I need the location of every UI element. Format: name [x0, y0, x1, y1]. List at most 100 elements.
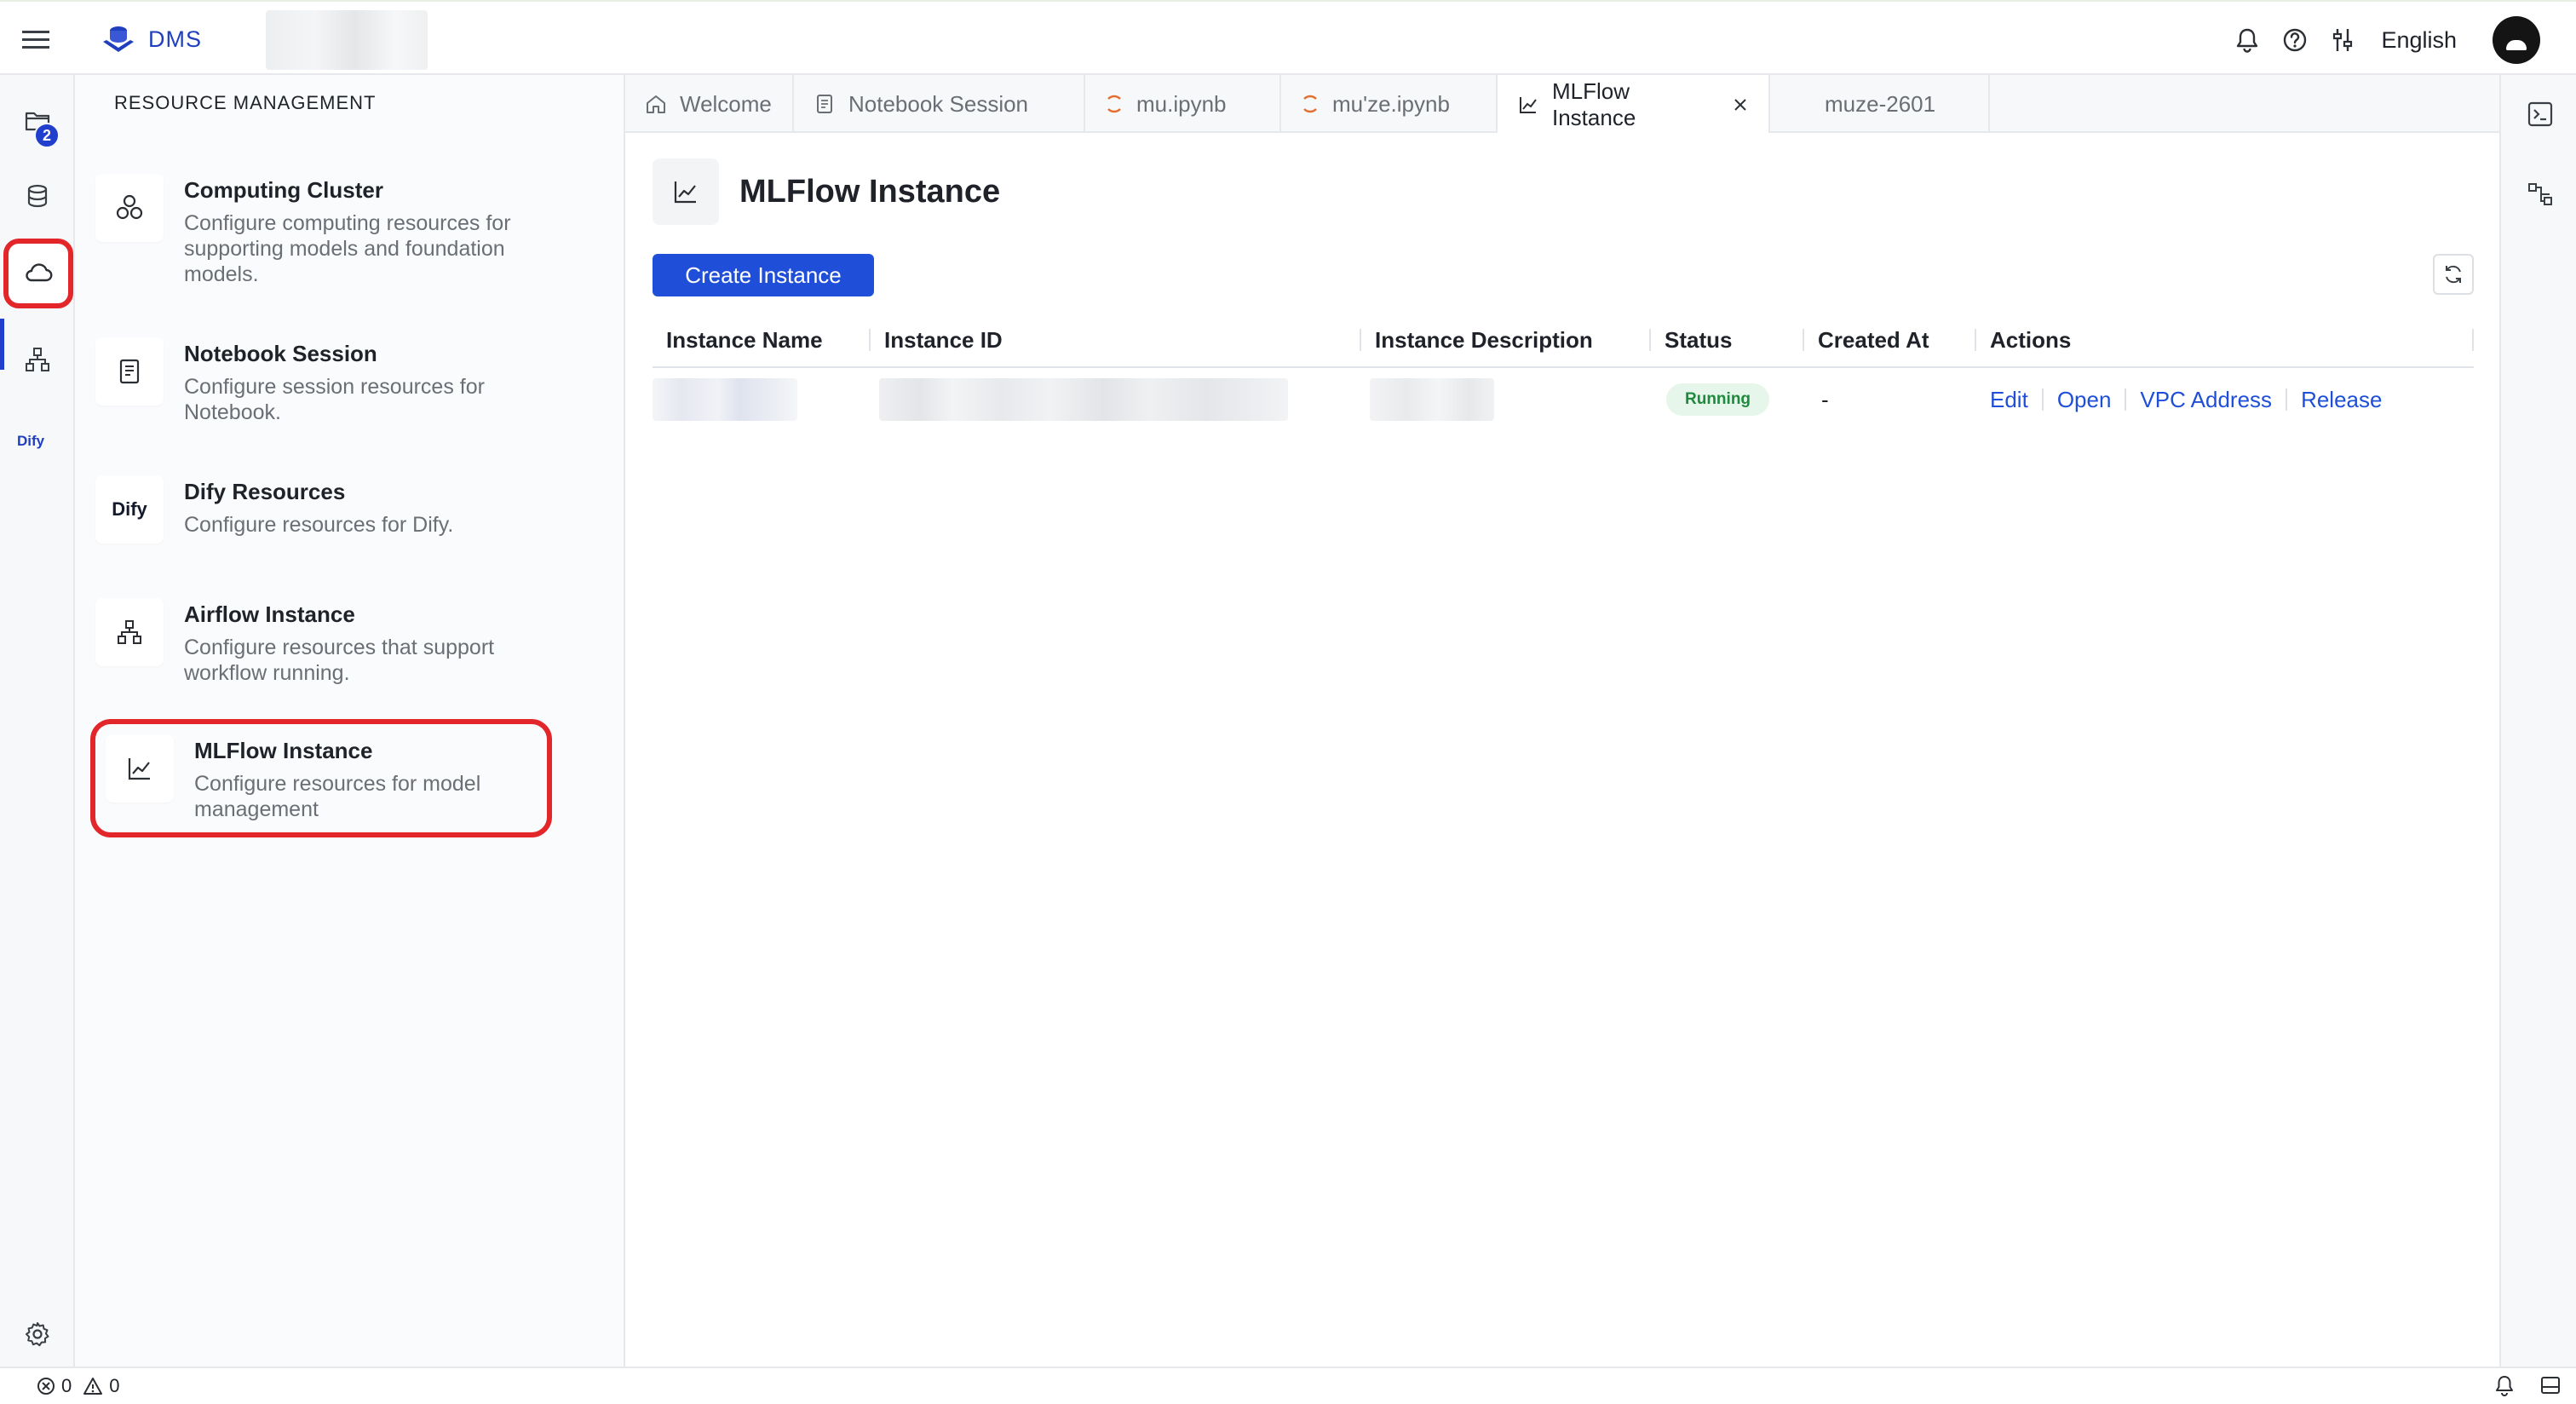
tab-label: mu.ipynb: [1136, 90, 1227, 117]
airflow-icon: [95, 598, 164, 666]
dms-logo-icon: [101, 21, 136, 57]
dify-logo: Dify: [112, 498, 147, 520]
refresh-icon[interactable]: [2433, 254, 2474, 295]
tab-notebook-session[interactable]: Notebook Session: [794, 75, 1085, 133]
tab-label: MLFlow Instance: [1552, 78, 1636, 130]
jupyter-icon: [1104, 92, 1124, 116]
actions-cell: Edit Open VPC Address Release: [1990, 368, 2382, 431]
status-cell: Running: [1666, 368, 1770, 431]
action-divider: [2041, 388, 2044, 411]
table-row[interactable]: Running - Edit Open VPC Address Release: [653, 368, 2474, 431]
tab-muze-ipynb[interactable]: mu'ze.ipynb: [1281, 75, 1498, 133]
instance-table: Instance Name Instance ID Instance Descr…: [653, 312, 2474, 431]
notebook-icon: [95, 337, 164, 406]
create-instance-button[interactable]: Create Instance: [653, 254, 874, 296]
edit-link[interactable]: Edit: [1990, 387, 2028, 413]
resource-item-computing-cluster[interactable]: Computing Cluster Configure computing re…: [95, 174, 569, 287]
resource-name: Dify Resources: [184, 479, 346, 504]
resource-item-mlflow-instance[interactable]: MLFlow Instance Configure resources for …: [90, 719, 552, 837]
panel-title: RESOURCE MANAGEMENT: [114, 92, 377, 113]
resource-desc: Notebook.: [184, 400, 281, 424]
cluster-icon: [95, 174, 164, 242]
close-icon[interactable]: [1731, 95, 1750, 114]
gear-icon[interactable]: [14, 1310, 61, 1358]
tab-muze-2601[interactable]: muze-2601: [1770, 75, 1990, 133]
terminal-icon[interactable]: [2525, 99, 2556, 129]
jupyter-icon: [1300, 92, 1320, 116]
resource-desc: Configure session resources for: [184, 375, 485, 399]
user-avatar[interactable]: [2493, 16, 2540, 64]
panel-toggle-icon[interactable]: [2539, 1373, 2562, 1397]
resource-desc: Configure resources for model: [194, 772, 481, 796]
chart-line-icon: [106, 734, 174, 803]
redacted-workspace-name: [266, 10, 428, 70]
redacted-instance-name: [653, 378, 797, 421]
column-divider: [1975, 329, 1976, 351]
resource-desc: models.: [184, 262, 259, 286]
instance-name-cell[interactable]: [653, 368, 797, 431]
editor-tabs: Welcome Notebook Session mu.ipynb mu'ze.…: [625, 75, 2499, 135]
files-count-badge: 2: [34, 123, 60, 148]
column-divider: [869, 329, 871, 351]
resource-name: MLFlow Instance: [194, 738, 373, 763]
problems-indicator[interactable]: 0 0: [36, 1375, 120, 1397]
home-icon: [644, 92, 668, 116]
resource-item-notebook-session[interactable]: Notebook Session Configure session resou…: [95, 337, 569, 425]
resource-name: Airflow Instance: [184, 601, 355, 627]
language-selector[interactable]: English: [2381, 27, 2457, 54]
column-header: Created At: [1818, 326, 1929, 353]
resource-desc: workflow running.: [184, 661, 350, 685]
database-icon[interactable]: [14, 172, 61, 220]
resource-name: Notebook Session: [184, 341, 377, 366]
tab-label: Welcome: [680, 90, 772, 117]
tab-label: mu'ze.ipynb: [1332, 90, 1450, 117]
workflow-branch-icon[interactable]: [2525, 179, 2556, 210]
column-divider: [1360, 329, 1361, 351]
top-right-toolbar: English: [2233, 15, 2540, 65]
help-icon[interactable]: [2280, 26, 2309, 55]
resource-desc: Configure computing resources for: [184, 211, 511, 235]
vpc-address-link[interactable]: VPC Address: [2140, 387, 2272, 413]
page-header: MLFlow Instance: [653, 158, 1000, 225]
resource-item-airflow-instance[interactable]: Airflow Instance Configure resources tha…: [95, 598, 569, 686]
main-content: MLFlow Instance Create Instance Instance…: [625, 133, 2499, 1367]
column-header: Instance ID: [884, 326, 1003, 353]
release-link[interactable]: Release: [2301, 387, 2382, 413]
notification-bell-icon[interactable]: [2493, 1373, 2516, 1397]
status-bar-right: [2493, 1373, 2562, 1397]
settings-sliders-icon[interactable]: [2328, 26, 2357, 55]
action-divider: [2125, 388, 2127, 411]
table-header: Instance Name Instance ID Instance Descr…: [653, 312, 2474, 368]
notebook-icon: [813, 92, 837, 116]
hamburger-menu-icon[interactable]: [19, 24, 53, 55]
bell-icon[interactable]: [2233, 26, 2262, 55]
instance-id-cell: [879, 368, 1288, 431]
status-badge: Running: [1666, 383, 1770, 416]
page-title: MLFlow Instance: [739, 173, 1001, 210]
status-bar: 0 0: [0, 1367, 2576, 1404]
tab-mlflow-instance[interactable]: MLFlow Instance: [1498, 75, 1770, 135]
resource-item-dify-resources[interactable]: Dify Dify Resources Configure resources …: [95, 475, 569, 544]
open-link[interactable]: Open: [2057, 387, 2112, 413]
column-divider: [1803, 329, 1804, 351]
column-divider: [1649, 329, 1651, 351]
dify-icon: Dify: [95, 475, 164, 544]
column-divider: [2472, 329, 2474, 351]
resource-desc: Configure resources that support: [184, 636, 495, 659]
brand[interactable]: DMS: [101, 20, 202, 58]
instance-description-cell: [1370, 368, 1494, 431]
workflow-icon[interactable]: [14, 336, 61, 383]
warning-icon: [82, 1376, 104, 1396]
dify-rail-item[interactable]: Dify: [17, 433, 44, 450]
resource-management-panel: RESOURCE MANAGEMENT Computing Cluster Co…: [75, 75, 625, 1367]
cloud-icon[interactable]: [3, 239, 73, 308]
chart-line-icon: [653, 158, 719, 225]
resource-desc: Configure resources for Dify.: [184, 513, 454, 537]
activity-rail: 2 Dify: [0, 75, 75, 1367]
tab-welcome[interactable]: Welcome: [625, 75, 794, 133]
tab-mu-ipynb[interactable]: mu.ipynb: [1085, 75, 1281, 133]
right-rail: [2499, 75, 2576, 1367]
brand-name: DMS: [148, 26, 202, 52]
column-header: Instance Description: [1375, 326, 1593, 353]
error-icon: [36, 1376, 56, 1396]
